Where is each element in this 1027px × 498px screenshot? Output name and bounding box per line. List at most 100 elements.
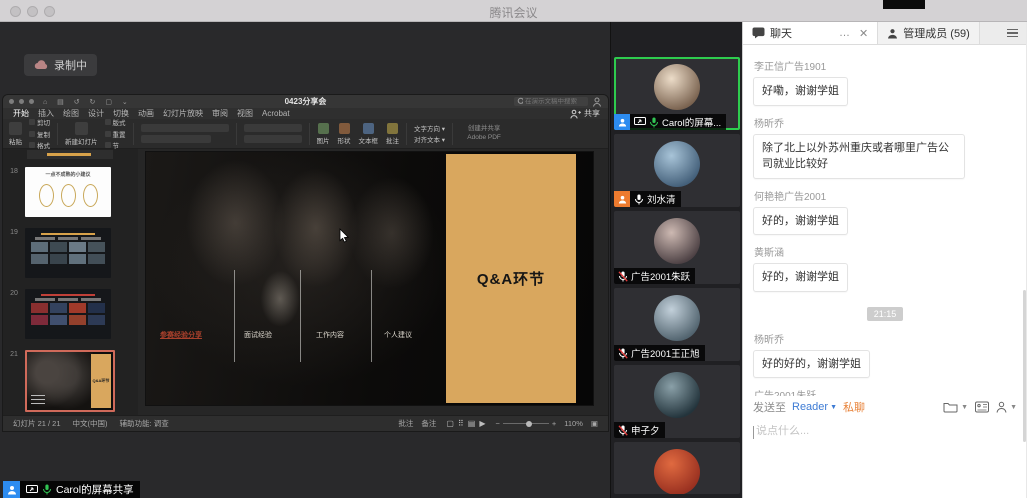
font-group-disabled xyxy=(141,124,229,143)
file-dropdown-icon[interactable]: ▼ xyxy=(961,404,968,411)
ppt-ribbon-tabs: 开始插入绘图设计切换动画幻灯片放映审阅视图Acrobat xyxy=(3,108,608,119)
slide-thumbnail-19[interactable] xyxy=(25,228,111,278)
participant-name-label: 刘水清 xyxy=(630,191,681,207)
slide-canvas[interactable]: Q&A环节 参赛经验分享面试经验工作内容个人建议 xyxy=(146,152,593,405)
ppt-tab-设计[interactable]: 设计 xyxy=(88,108,104,119)
avatar xyxy=(654,218,700,264)
account-icon[interactable] xyxy=(592,97,603,107)
text-caret xyxy=(753,426,754,439)
create-pdf-button[interactable]: 创建并共享 Adobe PDF xyxy=(460,125,508,142)
participant-tile[interactable]: Carol的屏幕... xyxy=(614,57,740,130)
thumbnail-caption: 一点不成熟的小建议 xyxy=(25,171,111,178)
slide-sorter-icon: ⠿ xyxy=(458,419,464,428)
paste-button[interactable]: 粘贴 xyxy=(9,122,22,146)
chat-more-icon[interactable]: … xyxy=(839,27,850,39)
thumbnail-qa-strip: Q&A环节 xyxy=(91,354,111,408)
ppt-tab-Acrobat[interactable]: Acrobat xyxy=(262,109,290,118)
slide-thumbnail-18[interactable]: 一点不成熟的小建议 xyxy=(25,167,111,217)
ppt-tab-幻灯片放映[interactable]: 幻灯片放映 xyxy=(163,108,203,119)
ppt-tab-绘图[interactable]: 绘图 xyxy=(63,108,79,119)
slide-number: 21 xyxy=(3,350,25,412)
participant-tile[interactable] xyxy=(614,442,740,494)
participant-tile[interactable]: 申子夕 xyxy=(614,365,740,438)
screenshot-icon[interactable] xyxy=(975,401,989,413)
chat-send-bar: 发送至 Reader▼ 私聊 ▼ ▼ xyxy=(743,396,1027,418)
ppt-ribbon: 粘贴 剪切复制格式 新建幻灯片 版式重置节 图片形状文本框批注 文字方向 ▾对齐… xyxy=(3,119,608,149)
panel-menu-icon[interactable] xyxy=(1007,29,1018,37)
tab-members-label: 管理成员 (59) xyxy=(903,25,970,41)
mic-muted-icon xyxy=(618,271,628,282)
role-badge xyxy=(614,114,630,130)
ppt-share-button[interactable]: 共享 xyxy=(570,108,600,119)
ppt-tab-审阅[interactable]: 审阅 xyxy=(212,108,228,119)
ppt-tab-开始[interactable]: 开始 xyxy=(13,108,29,119)
member-dropdown-icon[interactable]: ▼ xyxy=(1010,404,1017,411)
participant-name-label: Carol的屏幕... xyxy=(630,114,726,130)
fit-slide-icon[interactable]: ▣ xyxy=(591,419,598,428)
ribbon-button-图片[interactable]: 图片 xyxy=(317,123,330,145)
new-slide-button[interactable]: 新建幻灯片 xyxy=(65,122,98,146)
ppt-share-label: 共享 xyxy=(584,108,600,119)
slide-menu-item: 参赛经验分享 xyxy=(160,330,202,340)
tab-members[interactable]: 管理成员 (59) xyxy=(878,22,980,44)
ribbon-button-形状[interactable]: 形状 xyxy=(338,123,351,145)
view-switcher[interactable]: ▢⠿▤▶ xyxy=(444,419,487,428)
ribbon-button-版式[interactable]: 版式 xyxy=(105,117,126,127)
mic-on-icon xyxy=(42,484,52,495)
screen-share-label: Carol的屏幕共享 xyxy=(56,482,134,497)
private-chat-label[interactable]: 私聊 xyxy=(843,399,865,415)
chat-input-area[interactable] xyxy=(743,420,1027,498)
send-file-icon[interactable] xyxy=(943,401,958,413)
slide-qa-title: Q&A环节 xyxy=(477,268,545,289)
message-bubble: 好的，谢谢学姐 xyxy=(753,263,848,292)
screen-share-icon xyxy=(634,117,646,127)
ribbon-button-对齐文本[interactable]: 对齐文本 ▾ xyxy=(414,134,445,144)
avatar xyxy=(654,449,700,494)
zoom-level[interactable]: 110% xyxy=(564,419,583,428)
ribbon-button-剪切[interactable]: 剪切 xyxy=(29,117,50,127)
recording-label: 录制中 xyxy=(54,57,87,73)
comments-button[interactable]: 批注 xyxy=(398,418,413,429)
accessibility-status[interactable]: 辅助功能: 调查 xyxy=(120,418,169,429)
macos-titlebar: 腾讯会议 xyxy=(0,0,1027,22)
slide-thumbnail-row: 19 xyxy=(3,228,138,278)
ppt-search-box[interactable] xyxy=(514,97,588,106)
message-bubble: 好的，谢谢学姐 xyxy=(753,207,848,236)
chat-close-icon[interactable]: ✕ xyxy=(859,27,868,40)
recording-badge[interactable]: 录制中 xyxy=(24,54,97,76)
slide-thumbnail-21[interactable]: Q&A环节 xyxy=(25,350,115,412)
notes-button[interactable]: 备注 xyxy=(421,418,436,429)
mouse-cursor xyxy=(339,228,350,248)
slide-thumbnail-20[interactable] xyxy=(25,289,111,339)
unknown-overlay xyxy=(883,0,925,9)
participant-tile[interactable]: 广告2001王正旭 xyxy=(614,288,740,361)
zoom-slider[interactable]: −+ xyxy=(495,419,556,428)
ppt-tab-动画[interactable]: 动画 xyxy=(138,108,154,119)
slide-counter: 幻灯片 21 / 21 xyxy=(13,418,61,429)
language-status[interactable]: 中文(中国) xyxy=(73,418,108,429)
ribbon-button-重置[interactable]: 重置 xyxy=(105,129,126,139)
ribbon-button-文本框[interactable]: 文本框 xyxy=(359,123,379,145)
ppt-search-input[interactable] xyxy=(525,98,585,105)
ribbon-button-文字方向[interactable]: 文字方向 ▾ xyxy=(414,123,445,133)
participant-tile[interactable]: 刘水清 xyxy=(614,134,740,207)
search-icon xyxy=(517,97,523,106)
participant-name-label: 广告2001王正旭 xyxy=(614,345,705,361)
send-to-dropdown[interactable]: Reader▼ xyxy=(792,401,837,413)
insert-group: 图片形状文本框批注 xyxy=(317,123,400,145)
mention-member-icon[interactable] xyxy=(996,401,1007,413)
chat-message-list: 李正信广告1901好嘞，谢谢学姐杨昕乔除了北上以外苏州重庆或者哪里广告公司就业比… xyxy=(743,45,1027,396)
slide-thumbnail-partial[interactable] xyxy=(27,150,113,159)
tab-chat[interactable]: 聊天 … ✕ xyxy=(743,22,878,44)
ribbon-button-批注[interactable]: 批注 xyxy=(386,123,399,145)
screen-share-badge[interactable]: Carol的屏幕共享 xyxy=(3,481,140,498)
participant-tile[interactable]: 广告2001朱跃 xyxy=(614,211,740,284)
message-bubble: 好的好的，谢谢学姐 xyxy=(753,350,870,379)
chat-input[interactable] xyxy=(756,425,986,437)
ppt-tab-视图[interactable]: 视图 xyxy=(237,108,253,119)
slide-menu-item: 个人建议 xyxy=(384,330,412,340)
avatar xyxy=(654,295,700,341)
ribbon-button-复制[interactable]: 复制 xyxy=(29,129,50,139)
paragraph-group-disabled xyxy=(244,124,302,143)
chat-bubble-icon xyxy=(752,27,765,39)
